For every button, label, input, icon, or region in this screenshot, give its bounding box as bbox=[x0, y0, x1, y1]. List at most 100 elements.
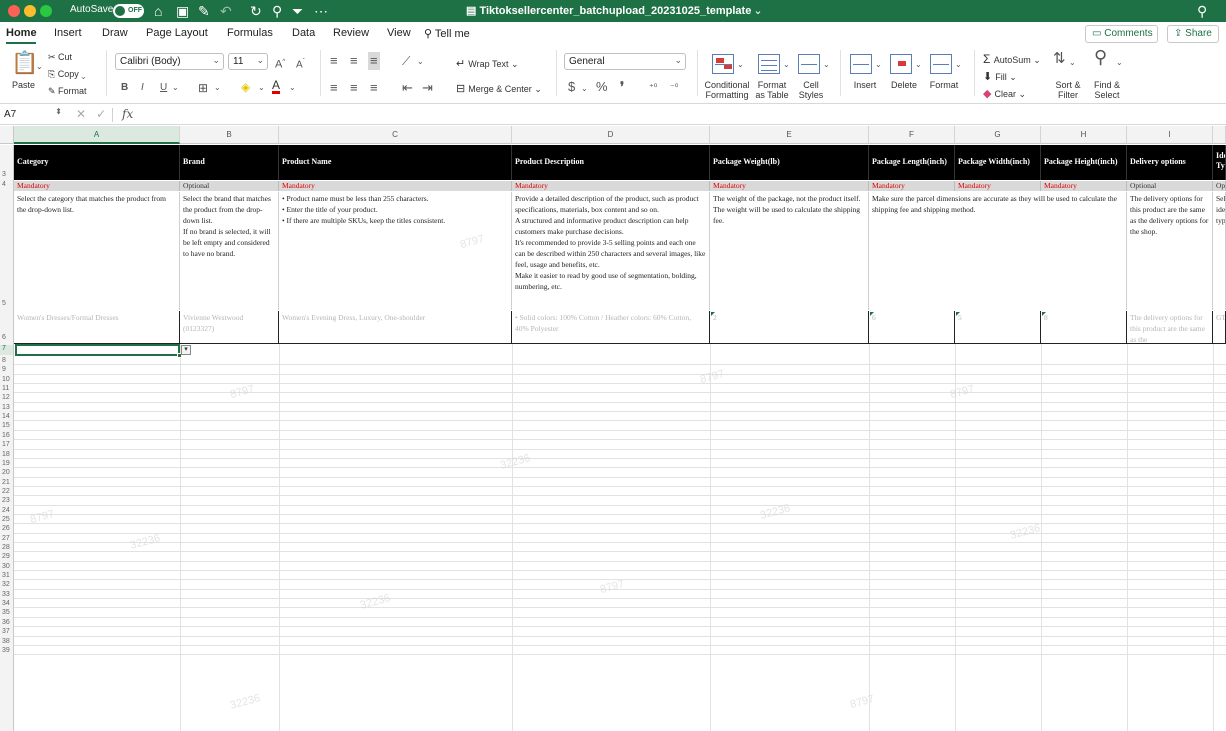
row-header[interactable]: 22 bbox=[0, 486, 14, 497]
zoom-window-button[interactable] bbox=[40, 5, 52, 17]
tell-me-search[interactable]: ⚲ Tell me bbox=[424, 27, 470, 40]
autosave-toggle[interactable]: OFF bbox=[113, 4, 144, 18]
row-header[interactable]: 16 bbox=[0, 430, 14, 441]
italic-button[interactable]: I bbox=[141, 81, 144, 95]
row-header[interactable]: 25 bbox=[0, 514, 14, 525]
description-cell[interactable]: • Product name must be less than 255 cha… bbox=[279, 192, 512, 310]
clear-button[interactable]: ◆ Clear ⌄ bbox=[983, 87, 1026, 100]
header-cell[interactable]: Product Name bbox=[279, 145, 512, 180]
align-center-icon[interactable]: ≡ bbox=[350, 81, 358, 95]
row-header[interactable]: 14 bbox=[0, 412, 14, 422]
requirement-cell[interactable]: Mandatory bbox=[1041, 181, 1127, 191]
description-cell[interactable]: Select the category that matches the pro… bbox=[14, 192, 180, 310]
search-icon[interactable]: ⚲ bbox=[1197, 2, 1207, 20]
document-title[interactable]: ▤ Tiktoksellercenter_batchupload_2023102… bbox=[466, 4, 763, 17]
font-color-icon[interactable]: A bbox=[272, 79, 281, 94]
header-cell[interactable]: Package Weight(lb) bbox=[710, 145, 869, 180]
tab-formulas[interactable]: Formulas bbox=[227, 27, 273, 39]
minimize-window-button[interactable] bbox=[24, 5, 36, 17]
row-header[interactable]: 24 bbox=[0, 505, 14, 515]
example-cell[interactable]: 8 bbox=[1041, 311, 1127, 344]
tab-data[interactable]: Data bbox=[292, 27, 315, 39]
number-format-select[interactable]: General ⌄ bbox=[564, 53, 686, 70]
row-header[interactable]: 35 bbox=[0, 608, 14, 618]
error-indicator-icon[interactable] bbox=[711, 312, 715, 316]
align-bottom-icon[interactable]: ≡ bbox=[368, 52, 380, 70]
column-header-g[interactable]: G bbox=[955, 126, 1041, 144]
filter-icon[interactable]: ⏷ bbox=[292, 2, 303, 20]
row-header[interactable]: 39 bbox=[0, 645, 14, 656]
column-header-f[interactable]: F bbox=[869, 126, 955, 144]
requirement-cell[interactable]: Mandatory bbox=[955, 181, 1041, 191]
currency-button[interactable]: $ bbox=[568, 80, 575, 94]
row-header[interactable]: 20 bbox=[0, 468, 14, 478]
edit-icon[interactable]: ✎ bbox=[198, 2, 210, 20]
row-header[interactable]: 36 bbox=[0, 617, 14, 628]
merge-center-button[interactable]: ⊟ Merge & Center ⌄ bbox=[456, 82, 542, 95]
example-cell[interactable]: • Solid colors: 100% Cotton / Heather co… bbox=[512, 311, 710, 344]
orientation-dropdown-icon[interactable]: ⌄ bbox=[417, 55, 424, 69]
requirement-cell[interactable]: Optional bbox=[180, 181, 279, 191]
row-header[interactable]: 32 bbox=[0, 580, 14, 590]
format-painter-icon[interactable]: ⚲ bbox=[272, 2, 282, 20]
insert-function-button[interactable]: fx bbox=[122, 107, 133, 121]
row-header[interactable]: 8 bbox=[0, 356, 14, 366]
example-cell[interactable]: 5 bbox=[955, 311, 1041, 344]
header-cell[interactable]: Ide Ty bbox=[1213, 145, 1226, 180]
align-top-icon[interactable]: ≡ bbox=[330, 54, 338, 68]
requirement-cell[interactable]: Op bbox=[1213, 181, 1226, 191]
redo-icon[interactable]: ↻ bbox=[250, 2, 262, 20]
description-cell[interactable]: Sel ide typ bbox=[1213, 192, 1226, 310]
header-cell[interactable]: Delivery options bbox=[1127, 145, 1213, 180]
fill-color-dropdown-icon[interactable]: ⌄ bbox=[258, 81, 265, 95]
example-cell[interactable]: 6 bbox=[869, 311, 955, 344]
row-header[interactable]: 28 bbox=[0, 543, 14, 553]
column-header-j[interactable] bbox=[1213, 126, 1226, 144]
row-header-6[interactable]: 6 bbox=[0, 334, 14, 344]
column-header-i[interactable]: I bbox=[1127, 126, 1213, 144]
row-header[interactable]: 38 bbox=[0, 636, 14, 646]
fill-color-icon[interactable]: ◈ bbox=[241, 80, 250, 94]
example-cell[interactable]: Women's Evening Dress, Luxury, One-shoul… bbox=[279, 311, 512, 344]
error-indicator-icon[interactable] bbox=[870, 312, 874, 316]
tab-review[interactable]: Review bbox=[333, 27, 369, 39]
row-header[interactable]: 12 bbox=[0, 393, 14, 403]
row-header[interactable]: 15 bbox=[0, 421, 14, 431]
increase-decimal-icon[interactable]: ⁺⁰ bbox=[649, 80, 657, 94]
tab-view[interactable]: View bbox=[387, 27, 411, 39]
column-header-b[interactable]: B bbox=[180, 126, 279, 144]
bold-button[interactable]: B bbox=[121, 81, 128, 95]
row-header-3[interactable]: 3 bbox=[0, 171, 14, 180]
column-header-e[interactable]: E bbox=[710, 126, 869, 144]
description-cell[interactable]: Make sure the parcel dimensions are accu… bbox=[869, 192, 1127, 310]
increase-indent-icon[interactable]: ⇥ bbox=[422, 81, 433, 95]
cut-button[interactable]: ✂ Cut bbox=[48, 52, 72, 63]
header-cell[interactable]: Product Description bbox=[512, 145, 710, 180]
tab-page-layout[interactable]: Page Layout bbox=[146, 27, 208, 39]
row-header-7[interactable]: 7 bbox=[0, 345, 14, 355]
row-header[interactable]: 26 bbox=[0, 524, 14, 534]
error-indicator-icon[interactable] bbox=[1042, 312, 1046, 316]
example-cell[interactable]: Vivienne Westwood (0123327) bbox=[180, 311, 279, 344]
row-header[interactable]: 23 bbox=[0, 496, 14, 506]
tab-draw[interactable]: Draw bbox=[102, 27, 128, 39]
align-right-icon[interactable]: ≡ bbox=[370, 81, 378, 95]
comma-button[interactable]: ❜ bbox=[620, 80, 624, 94]
comments-button[interactable]: ▭ Comments bbox=[1085, 25, 1158, 43]
copy-button[interactable]: ⎘ Copy ⌄ bbox=[48, 69, 85, 80]
active-cell-a7[interactable] bbox=[15, 344, 180, 356]
decrease-decimal-icon[interactable]: ⁻⁰ bbox=[670, 80, 678, 94]
requirement-cell[interactable]: Mandatory bbox=[512, 181, 710, 191]
requirement-cell[interactable]: Mandatory bbox=[279, 181, 512, 191]
tab-home[interactable]: Home bbox=[6, 27, 37, 39]
name-box[interactable]: A7 ⬍ bbox=[4, 107, 64, 123]
row-header[interactable]: 13 bbox=[0, 402, 14, 413]
undo-icon[interactable]: ↶ bbox=[220, 2, 232, 20]
row-header[interactable]: 9 bbox=[0, 365, 14, 375]
error-indicator-icon[interactable] bbox=[956, 312, 960, 316]
borders-dropdown-icon[interactable]: ⌄ bbox=[214, 81, 221, 95]
column-header-c[interactable]: C bbox=[279, 126, 512, 144]
worksheet-grid[interactable]: A B C D E F G H I 3 4 5 6 7 8 9 10 11 12 13 14… bbox=[0, 126, 1226, 731]
row-header[interactable]: 11 bbox=[0, 384, 14, 394]
validation-dropdown-button[interactable]: ▾ bbox=[181, 345, 191, 355]
